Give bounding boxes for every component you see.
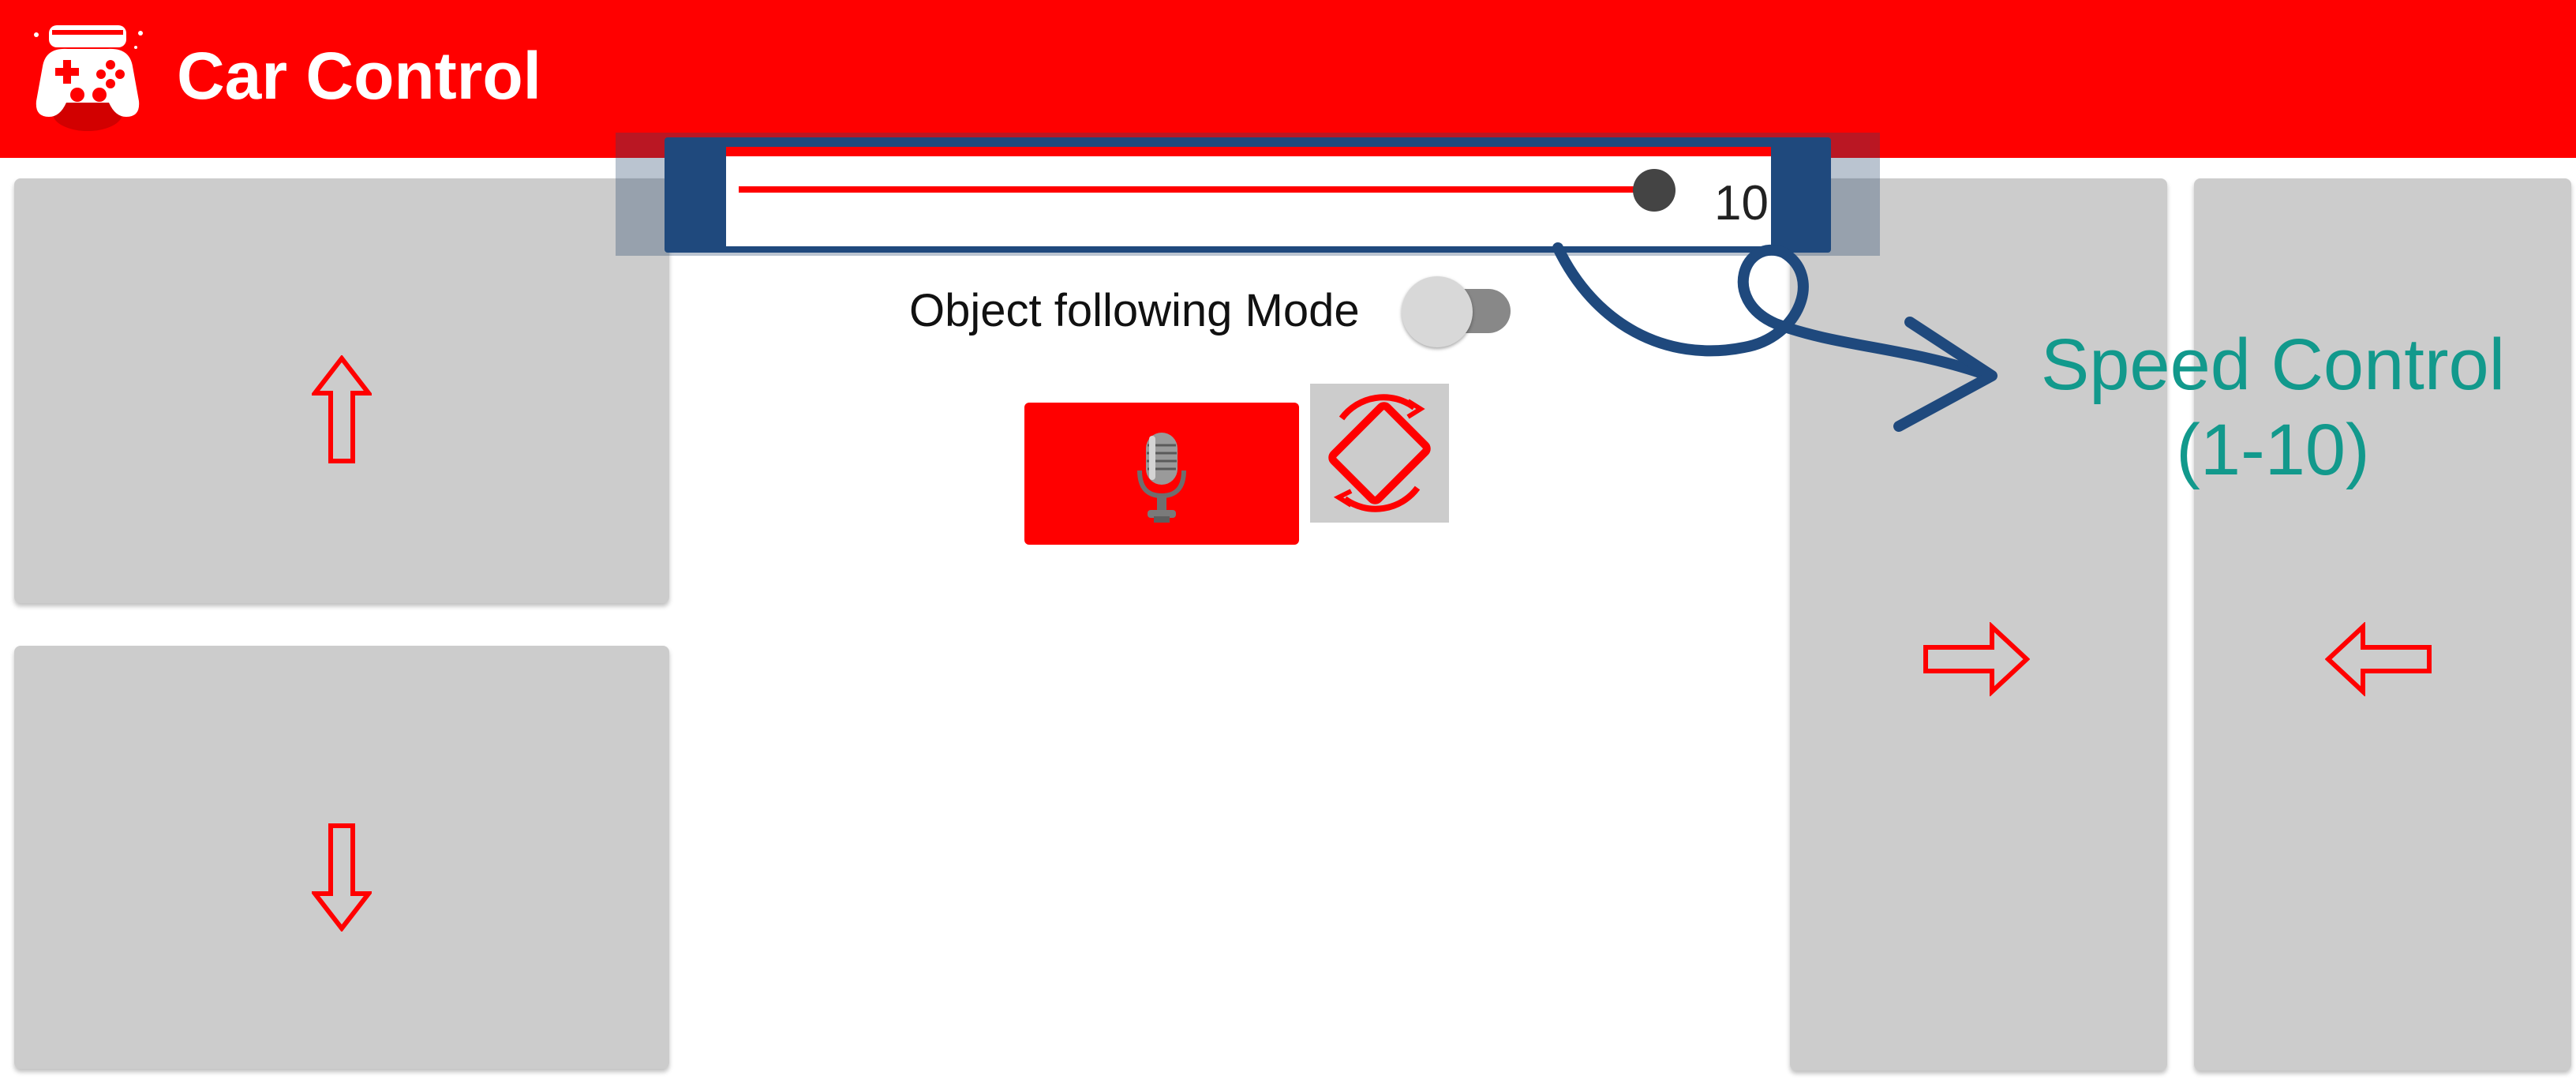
slider-top-edge: [726, 147, 1771, 156]
backward-button[interactable]: [14, 646, 669, 1069]
speed-value: 10: [1714, 176, 1769, 231]
speed-control-annotation: Speed Control (1-10): [2020, 322, 2525, 493]
arrow-down-icon: [312, 823, 372, 932]
gamepad-icon: [34, 25, 143, 131]
annotation-arrow-icon: [1552, 242, 1998, 432]
slider-track[interactable]: [739, 186, 1654, 193]
voice-command-button[interactable]: [1024, 403, 1299, 545]
arrow-left-icon: [2325, 622, 2432, 696]
slider-thumb[interactable]: [1633, 169, 1676, 212]
rotate-screen-button[interactable]: [1310, 384, 1449, 523]
object-following-switch-thumb[interactable]: [1402, 276, 1473, 347]
screen-rotation-icon: [1328, 394, 1431, 512]
annotation-line-1: Speed Control: [2040, 324, 2506, 405]
annotation-line-2: (1-10): [2176, 410, 2370, 490]
object-following-label: Object following Mode: [909, 285, 1360, 336]
arrow-up-icon: [312, 355, 372, 463]
microphone-icon: [1137, 433, 1186, 523]
slider-fill: [739, 186, 1654, 193]
app-title: Car Control: [177, 39, 541, 113]
turn-left-button[interactable]: [2194, 178, 2571, 1070]
arrow-right-icon: [1923, 622, 2030, 696]
forward-button[interactable]: [14, 178, 669, 603]
